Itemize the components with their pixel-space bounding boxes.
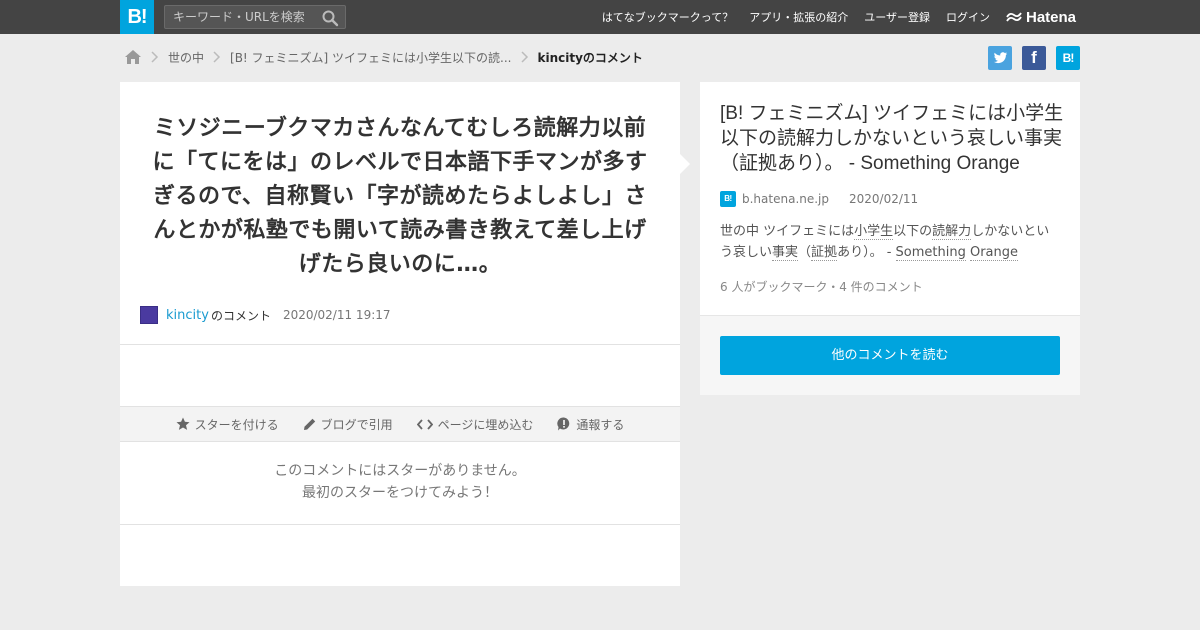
entry-date: 2020/02/11 — [849, 192, 919, 206]
report-button[interactable]: 通報する — [557, 416, 624, 433]
report-icon — [557, 417, 570, 431]
entry-description: 世の中 ツイフェミには小学生以下の読解力しかないという哀しい事実（証拠あり）。 … — [720, 221, 1060, 263]
card-pointer — [680, 154, 690, 174]
twitter-icon — [994, 52, 1007, 64]
desc-keyword[interactable]: 事実 — [772, 245, 799, 261]
comment-card: ミソジニーブクマカさんなんてむしろ読解力以前に「てにをは」のレベルで日本語下手マ… — [120, 82, 690, 586]
blog-quote-button[interactable]: ブログで引用 — [303, 416, 393, 433]
read-other-comments-button[interactable]: 他のコメントを読む — [720, 336, 1060, 375]
entry-domain[interactable]: b.hatena.ne.jp — [742, 192, 829, 206]
no-star-message: このコメントにはスターがありません。 最初のスターをつけてみよう！ — [120, 460, 680, 504]
top-bar: B! はてなブックマークって？ アプリ・拡張の紹介 ユーザー登録 ログイン Ha… — [0, 0, 1200, 34]
comment-datetime: 2020/02/11 19:17 — [282, 308, 391, 322]
search-icon[interactable] — [321, 9, 339, 27]
desc-text: 世の中 ツイフェミには — [720, 224, 855, 239]
breadcrumb-entry[interactable]: [B! フェミニズム] ツイフェミには小学生以下の読... — [230, 49, 511, 66]
search-box — [164, 5, 346, 29]
facebook-share-button[interactable]: f — [1022, 46, 1046, 70]
desc-text: 以下の — [893, 224, 933, 239]
desc-keyword[interactable]: 小学生 — [854, 224, 894, 240]
breadcrumb-current: kincityのコメント — [537, 50, 643, 65]
no-star-line-1: このコメントにはスターがありません。 — [274, 463, 526, 479]
comment-user-link[interactable]: kincity — [166, 308, 209, 323]
nav-apps[interactable]: アプリ・拡張の紹介 — [749, 9, 848, 25]
comment-user-suffix: のコメント — [210, 308, 271, 323]
chevron-right-icon — [204, 46, 230, 68]
entry-card: [B! フェミニズム] ツイフェミには小学生以下の読解力しかないという哀しい事実… — [700, 82, 1080, 395]
embed-label: ページに埋め込む — [437, 417, 534, 432]
hatena-brand-text: Hatena — [1026, 8, 1077, 26]
search-input[interactable] — [165, 6, 315, 28]
no-star-line-2: 最初のスターをつけてみよう！ — [302, 485, 498, 501]
star-icon — [176, 417, 190, 430]
desc-keyword[interactable]: Something — [895, 245, 966, 261]
desc-text: （ — [798, 245, 812, 260]
comment-meta: kincity のコメント 2020/02/11 19:17 — [140, 306, 391, 324]
hatena-logo-icon — [1006, 12, 1022, 22]
chevron-right-icon — [142, 46, 168, 68]
hatebu-logo[interactable]: B! — [120, 0, 154, 34]
blog-quote-label: ブログで引用 — [320, 417, 393, 432]
desc-keyword[interactable]: 読解力 — [932, 224, 972, 240]
comment-text: ミソジニーブクマカさんなんてむしろ読解力以前に「てにをは」のレベルで日本語下手マ… — [152, 116, 648, 277]
chevron-right-icon — [512, 46, 538, 68]
share-buttons: f B! — [988, 46, 1080, 70]
desc-keyword[interactable]: 証拠 — [811, 245, 838, 261]
add-star-button[interactable]: スターを付ける — [176, 416, 279, 433]
pencil-icon — [303, 418, 315, 430]
favicon: B! — [720, 191, 736, 207]
nav-register[interactable]: ユーザー登録 — [864, 9, 930, 25]
report-label: 通報する — [576, 417, 625, 432]
divider — [120, 524, 680, 525]
bookmark-count[interactable]: 6 人がブックマーク・4 件のコメント — [720, 278, 923, 295]
nav-login[interactable]: ログイン — [946, 9, 990, 25]
embed-button[interactable]: ページに埋め込む — [416, 416, 534, 433]
divider — [120, 344, 680, 345]
nav-about[interactable]: はてなブックマークって？ — [602, 9, 733, 25]
desc-keyword[interactable]: Orange — [969, 245, 1019, 261]
entry-title-link[interactable]: [B! フェミニズム] ツイフェミには小学生以下の読解力しかないという哀しい事実… — [720, 101, 1065, 176]
breadcrumb: 世の中 [B! フェミニズム] ツイフェミには小学生以下の読... kincit… — [124, 46, 643, 68]
entry-source: B! b.hatena.ne.jp 2020/02/11 — [720, 191, 918, 207]
add-star-label: スターを付ける — [194, 417, 279, 432]
hatebu-share-button[interactable]: B! — [1056, 46, 1080, 70]
top-nav: はてなブックマークって？ アプリ・拡張の紹介 ユーザー登録 ログイン — [602, 0, 990, 34]
home-icon[interactable] — [124, 48, 142, 66]
code-icon — [416, 418, 433, 430]
avatar[interactable] — [140, 306, 158, 324]
comment-actions: スターを付ける ブログで引用 ページに埋め込む 通報する — [120, 406, 680, 442]
desc-text: あり）。 - — [837, 245, 896, 260]
twitter-share-button[interactable] — [988, 46, 1012, 70]
read-more-section: 他のコメントを読む — [700, 315, 1080, 395]
breadcrumb-category[interactable]: 世の中 — [168, 49, 204, 66]
hatena-brand[interactable]: Hatena — [1006, 8, 1076, 26]
